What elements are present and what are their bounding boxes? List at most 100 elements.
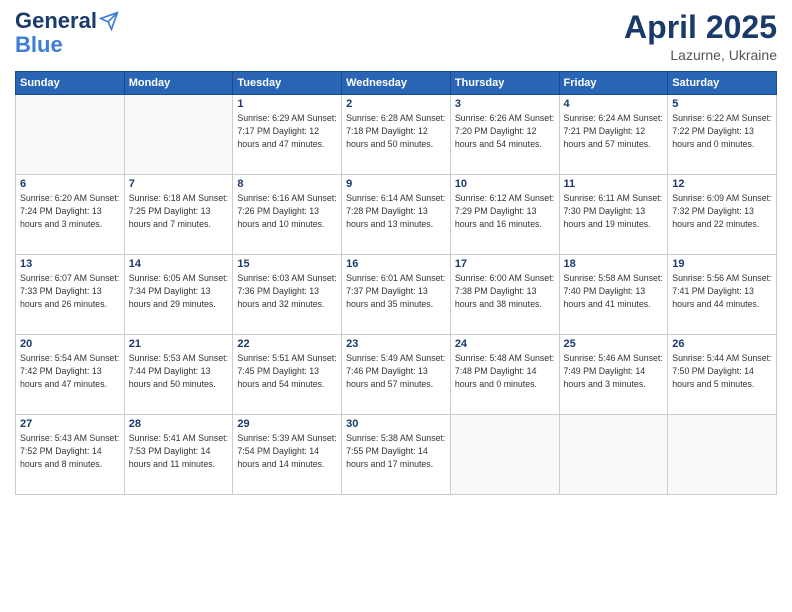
day-number: 4	[564, 98, 664, 110]
day-info: Sunrise: 6:14 AM Sunset: 7:28 PM Dayligh…	[346, 192, 446, 230]
day-number: 7	[129, 178, 229, 190]
calendar-cell: 28 Sunrise: 5:41 AM Sunset: 7:53 PM Dayli…	[124, 415, 233, 495]
day-info: Sunrise: 6:07 AM Sunset: 7:33 PM Dayligh…	[20, 272, 120, 310]
day-info: Sunrise: 6:00 AM Sunset: 7:38 PM Dayligh…	[455, 272, 555, 310]
day-number: 21	[129, 338, 229, 350]
day-info: Sunrise: 6:16 AM Sunset: 7:26 PM Dayligh…	[237, 192, 337, 230]
calendar-cell: 2Sunrise: 6:28 AM Sunset: 7:18 PM Daylig…	[342, 95, 451, 175]
day-number: 17	[455, 258, 555, 270]
day-info: Sunrise: 6:05 AM Sunset: 7:34 PM Dayligh…	[129, 272, 229, 310]
calendar-cell: 3 Sunrise: 6:26 AM Sunset: 7:20 PM Daylig…	[450, 95, 559, 175]
calendar-cell: 30 Sunrise: 5:38 AM Sunset: 7:55 PM Dayli…	[342, 415, 451, 495]
month-title: April 2025	[624, 10, 777, 45]
day-info: Sunrise: 6:29 AM Sunset: 7:17 PM Dayligh…	[237, 112, 337, 150]
calendar-cell: 14 Sunrise: 6:05 AM Sunset: 7:34 PM Dayli…	[124, 255, 233, 335]
day-number: 13	[20, 258, 120, 270]
calendar-day-header: Saturday	[668, 72, 777, 95]
day-number: 8	[237, 178, 337, 190]
calendar-cell: 6 Sunrise: 6:20 AM Sunset: 7:24 PM Daylig…	[16, 175, 125, 255]
calendar-cell: 7Sunrise: 6:18 AM Sunset: 7:25 PM Daylig…	[124, 175, 233, 255]
calendar-cell	[16, 95, 125, 175]
day-number: 12	[672, 178, 772, 190]
day-number: 5	[672, 98, 772, 110]
page-container: General Blue April 2025 Lazurne, Ukraine…	[0, 0, 792, 612]
location: Lazurne, Ukraine	[624, 47, 777, 63]
day-number: 10	[455, 178, 555, 190]
calendar-cell	[124, 95, 233, 175]
calendar-cell: 8 Sunrise: 6:16 AM Sunset: 7:26 PM Daylig…	[233, 175, 342, 255]
day-number: 27	[20, 418, 120, 430]
calendar-day-header: Wednesday	[342, 72, 451, 95]
day-info: Sunrise: 5:51 AM Sunset: 7:45 PM Dayligh…	[237, 352, 337, 390]
day-info: Sunrise: 6:11 AM Sunset: 7:30 PM Dayligh…	[564, 192, 664, 230]
day-number: 29	[237, 418, 337, 430]
calendar-cell: 11 Sunrise: 6:11 AM Sunset: 7:30 PM Dayli…	[559, 175, 668, 255]
calendar-cell: 10 Sunrise: 6:12 AM Sunset: 7:29 PM Dayli…	[450, 175, 559, 255]
calendar-cell: 22 Sunrise: 5:51 AM Sunset: 7:45 PM Dayli…	[233, 335, 342, 415]
calendar-week-row: 1 Sunrise: 6:29 AM Sunset: 7:17 PM Daylig…	[16, 95, 777, 175]
calendar-cell: 15 Sunrise: 6:03 AM Sunset: 7:36 PM Dayli…	[233, 255, 342, 335]
day-number: 14	[129, 258, 229, 270]
calendar-header-row: SundayMondayTuesdayWednesdayThursdayFrid…	[16, 72, 777, 95]
day-number: 3	[455, 98, 555, 110]
day-info: Sunrise: 5:46 AM Sunset: 7:49 PM Dayligh…	[564, 352, 664, 390]
day-info: Sunrise: 6:03 AM Sunset: 7:36 PM Dayligh…	[237, 272, 337, 310]
calendar-cell: 5 Sunrise: 6:22 AM Sunset: 7:22 PM Daylig…	[668, 95, 777, 175]
calendar-week-row: 6 Sunrise: 6:20 AM Sunset: 7:24 PM Daylig…	[16, 175, 777, 255]
day-number: 28	[129, 418, 229, 430]
calendar-week-row: 13 Sunrise: 6:07 AM Sunset: 7:33 PM Dayli…	[16, 255, 777, 335]
calendar-table: SundayMondayTuesdayWednesdayThursdayFrid…	[15, 71, 777, 495]
day-info: Sunrise: 6:12 AM Sunset: 7:29 PM Dayligh…	[455, 192, 555, 230]
calendar-cell: 18 Sunrise: 5:58 AM Sunset: 7:40 PM Dayli…	[559, 255, 668, 335]
day-info: Sunrise: 6:22 AM Sunset: 7:22 PM Dayligh…	[672, 112, 772, 150]
calendar-cell: 9Sunrise: 6:14 AM Sunset: 7:28 PM Daylig…	[342, 175, 451, 255]
day-info: Sunrise: 5:48 AM Sunset: 7:48 PM Dayligh…	[455, 352, 555, 390]
logo-blue: Blue	[15, 32, 63, 58]
day-number: 6	[20, 178, 120, 190]
calendar-week-row: 20Sunrise: 5:54 AM Sunset: 7:42 PM Dayli…	[16, 335, 777, 415]
calendar-cell: 27Sunrise: 5:43 AM Sunset: 7:52 PM Dayli…	[16, 415, 125, 495]
day-info: Sunrise: 5:44 AM Sunset: 7:50 PM Dayligh…	[672, 352, 772, 390]
day-info: Sunrise: 5:58 AM Sunset: 7:40 PM Dayligh…	[564, 272, 664, 310]
logo-general: General	[15, 10, 97, 32]
calendar-cell: 13 Sunrise: 6:07 AM Sunset: 7:33 PM Dayli…	[16, 255, 125, 335]
calendar-week-row: 27Sunrise: 5:43 AM Sunset: 7:52 PM Dayli…	[16, 415, 777, 495]
calendar-cell: 23Sunrise: 5:49 AM Sunset: 7:46 PM Dayli…	[342, 335, 451, 415]
day-info: Sunrise: 6:20 AM Sunset: 7:24 PM Dayligh…	[20, 192, 120, 230]
day-number: 19	[672, 258, 772, 270]
calendar-cell: 4Sunrise: 6:24 AM Sunset: 7:21 PM Daylig…	[559, 95, 668, 175]
calendar-cell	[668, 415, 777, 495]
calendar-cell: 12Sunrise: 6:09 AM Sunset: 7:32 PM Dayli…	[668, 175, 777, 255]
day-number: 23	[346, 338, 446, 350]
calendar-day-header: Monday	[124, 72, 233, 95]
day-info: Sunrise: 5:54 AM Sunset: 7:42 PM Dayligh…	[20, 352, 120, 390]
calendar-day-header: Friday	[559, 72, 668, 95]
calendar-cell: 16Sunrise: 6:01 AM Sunset: 7:37 PM Dayli…	[342, 255, 451, 335]
day-number: 18	[564, 258, 664, 270]
calendar-day-header: Tuesday	[233, 72, 342, 95]
day-number: 11	[564, 178, 664, 190]
calendar-day-header: Thursday	[450, 72, 559, 95]
calendar-cell: 29Sunrise: 5:39 AM Sunset: 7:54 PM Dayli…	[233, 415, 342, 495]
page-header: General Blue April 2025 Lazurne, Ukraine	[15, 10, 777, 63]
day-number: 15	[237, 258, 337, 270]
day-info: Sunrise: 5:56 AM Sunset: 7:41 PM Dayligh…	[672, 272, 772, 310]
day-number: 2	[346, 98, 446, 110]
day-info: Sunrise: 6:01 AM Sunset: 7:37 PM Dayligh…	[346, 272, 446, 310]
calendar-day-header: Sunday	[16, 72, 125, 95]
day-number: 26	[672, 338, 772, 350]
day-number: 30	[346, 418, 446, 430]
calendar-cell	[450, 415, 559, 495]
day-info: Sunrise: 5:38 AM Sunset: 7:55 PM Dayligh…	[346, 432, 446, 470]
calendar-cell: 26 Sunrise: 5:44 AM Sunset: 7:50 PM Dayli…	[668, 335, 777, 415]
calendar-cell: 21Sunrise: 5:53 AM Sunset: 7:44 PM Dayli…	[124, 335, 233, 415]
calendar-cell: 19 Sunrise: 5:56 AM Sunset: 7:41 PM Dayli…	[668, 255, 777, 335]
day-info: Sunrise: 6:26 AM Sunset: 7:20 PM Dayligh…	[455, 112, 555, 150]
day-number: 22	[237, 338, 337, 350]
day-number: 1	[237, 98, 337, 110]
logo-bird-icon	[99, 11, 119, 31]
calendar-cell: 25 Sunrise: 5:46 AM Sunset: 7:49 PM Dayli…	[559, 335, 668, 415]
day-info: Sunrise: 5:41 AM Sunset: 7:53 PM Dayligh…	[129, 432, 229, 470]
calendar-cell: 24Sunrise: 5:48 AM Sunset: 7:48 PM Dayli…	[450, 335, 559, 415]
day-number: 25	[564, 338, 664, 350]
